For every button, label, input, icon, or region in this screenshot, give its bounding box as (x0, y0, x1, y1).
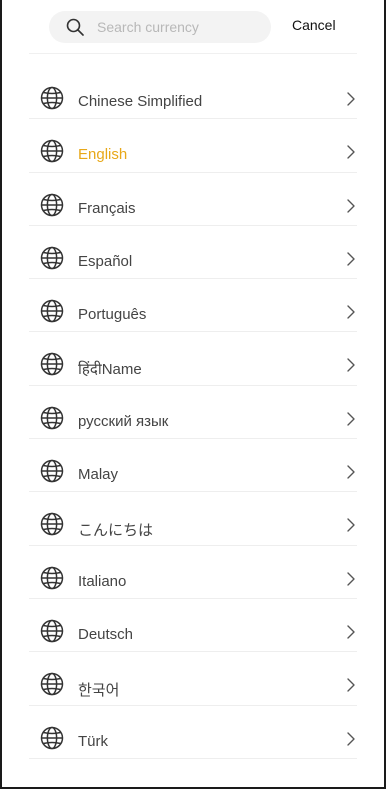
search-icon (66, 18, 84, 36)
language-list: Chinese Simplified English Français Espa… (2, 66, 384, 760)
language-item-8[interactable]: こんにちは (2, 492, 384, 546)
globe-icon (40, 566, 64, 589)
chevron-right-icon (347, 145, 355, 159)
language-item-3[interactable]: Español (2, 226, 384, 280)
divider (29, 53, 357, 54)
language-label: 한국어 (78, 682, 120, 700)
language-item-0[interactable]: Chinese Simplified (2, 66, 384, 120)
globe-icon (40, 726, 64, 749)
globe-icon (40, 246, 64, 270)
language-label: हिंदीName (78, 361, 142, 379)
chevron-right-icon (347, 305, 355, 319)
chevron-right-icon (347, 571, 355, 586)
language-item-7[interactable]: Malay (2, 439, 384, 493)
language-label: Chinese Simplified (78, 93, 203, 110)
language-label: Français (78, 199, 136, 217)
search-input[interactable] (97, 11, 263, 43)
chevron-right-icon (347, 465, 355, 479)
language-label: Español (78, 252, 133, 270)
language-picker-screen: Cancel Chinese Simplified English (0, 0, 386, 789)
chevron-right-icon (347, 252, 355, 266)
globe-icon (40, 193, 64, 216)
language-item-12[interactable]: Türk (2, 706, 384, 760)
language-item-11[interactable]: 한국어 (2, 652, 384, 706)
chevron-right-icon (347, 518, 355, 533)
language-item-5[interactable]: हिंदीName (2, 332, 384, 387)
language-label: こんにちは (78, 522, 154, 540)
globe-icon (40, 140, 64, 163)
globe-icon (40, 86, 64, 110)
language-item-6[interactable]: русский язык (2, 386, 384, 440)
chevron-right-icon (347, 625, 355, 639)
language-label: English (78, 146, 128, 164)
language-item-1[interactable]: English (2, 119, 384, 173)
globe-icon (40, 353, 64, 376)
globe-icon (40, 299, 64, 323)
cancel-button[interactable]: Cancel (292, 17, 336, 33)
language-label: Türk (78, 732, 108, 750)
language-label: Malay (78, 466, 119, 484)
globe-icon (40, 406, 64, 430)
globe-icon (40, 673, 64, 696)
chevron-right-icon (347, 358, 355, 373)
globe-icon (40, 513, 64, 536)
chevron-right-icon (347, 731, 355, 746)
chevron-right-icon (347, 678, 355, 692)
search-box[interactable] (49, 11, 271, 43)
language-label: Deutsch (78, 625, 134, 643)
language-label: Italiano (78, 572, 127, 590)
language-item-4[interactable]: Português (2, 279, 384, 333)
chevron-right-icon (347, 412, 355, 426)
language-label: Português (78, 306, 147, 324)
language-item-10[interactable]: Deutsch (2, 599, 384, 653)
chevron-right-icon (347, 198, 355, 213)
chevron-right-icon (347, 92, 355, 106)
globe-icon (40, 459, 64, 483)
globe-icon (40, 619, 64, 643)
search-bar: Cancel (2, 0, 384, 54)
language-item-2[interactable]: Français (2, 173, 384, 227)
language-item-9[interactable]: Italiano (2, 546, 384, 600)
language-label: русский язык (78, 412, 169, 430)
